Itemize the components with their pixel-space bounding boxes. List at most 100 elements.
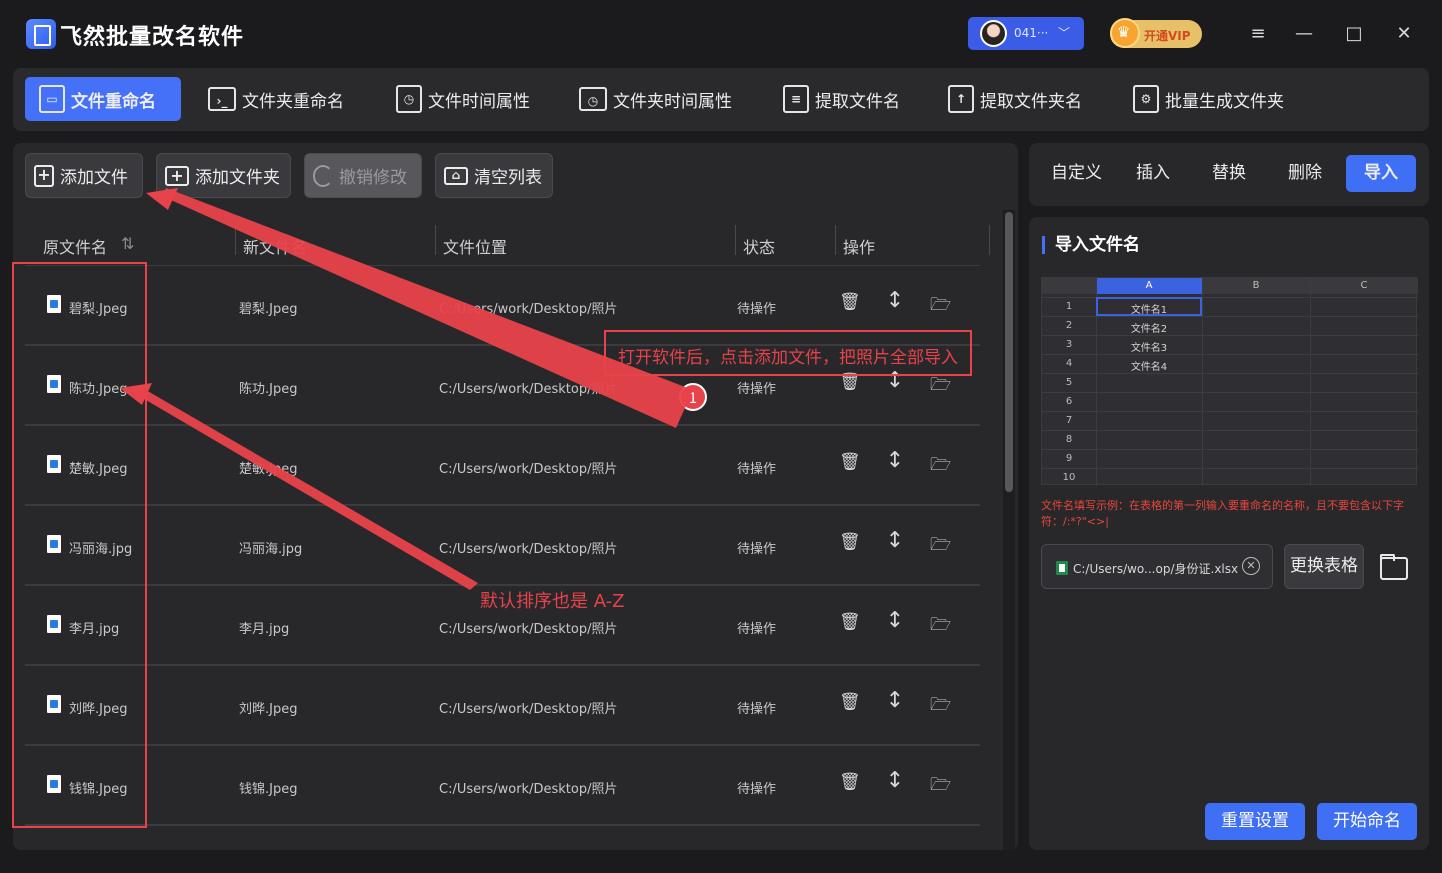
row-number: 10: [1062, 472, 1076, 483]
minimize-icon[interactable]: —: [1292, 22, 1316, 46]
maximize-icon[interactable]: □: [1342, 22, 1366, 46]
tab-batch-create-folder[interactable]: ⚙ 批量生成文件夹: [1133, 77, 1284, 121]
row-number: 8: [1065, 434, 1073, 445]
scrollbar-thumb[interactable]: [1005, 212, 1013, 492]
row-number: 5: [1065, 377, 1073, 388]
open-folder-icon[interactable]: 🗁: [930, 452, 951, 481]
delete-icon[interactable]: 🗑: [839, 612, 861, 632]
import-title: 导入文件名: [1042, 236, 1140, 254]
clear-icon[interactable]: ✕: [1242, 557, 1260, 575]
tab-label: 文件重命名: [71, 91, 156, 112]
open-folder-icon[interactable]: 🗁: [930, 372, 951, 401]
sheet-cell: 文件名2: [1130, 324, 1168, 335]
add-folder-button[interactable]: + 添加文件夹: [156, 153, 291, 198]
tab-extract-foldername[interactable]: ↑ 提取文件夹名: [948, 77, 1082, 121]
tab-replace[interactable]: 替换: [1212, 155, 1246, 192]
open-folder-icon[interactable]: 🗁: [930, 532, 951, 561]
move-icon[interactable]: ↕: [885, 688, 905, 713]
table-row[interactable]: 钱锦.Jpeg 钱锦.Jpeg C:/Users/work/Desktop/照片…: [25, 746, 980, 826]
start-rename-button[interactable]: 开始命名: [1317, 803, 1417, 840]
annotation-callout-box: 打开软件后，点击添加文件，把照片全部导入: [604, 330, 972, 376]
move-icon[interactable]: ↕: [885, 768, 905, 793]
add-folder-icon: +: [165, 165, 189, 186]
sheet-row: 5: [1042, 373, 1418, 392]
file-location: C:/Users/work/Desktop/照片: [439, 462, 618, 477]
move-icon[interactable]: ↕: [885, 288, 905, 313]
tab-custom[interactable]: 自定义: [1051, 155, 1102, 192]
user-account-button[interactable]: 041··· ﹀: [968, 17, 1084, 50]
button-label: 添加文件: [60, 168, 128, 188]
sheet-row: 7: [1042, 411, 1418, 430]
row-number: 4: [1065, 358, 1073, 369]
table-header: 原文件名 ⇅ 新文件名 文件位置 状态 操作: [13, 221, 993, 266]
tab-file-time[interactable]: ◷ 文件时间属性: [396, 77, 530, 121]
new-name: 陈功.Jpeg: [239, 382, 298, 397]
open-folder-icon[interactable]: 🗁: [930, 772, 951, 801]
delete-icon[interactable]: 🗑: [839, 532, 861, 552]
column-divider[interactable]: [435, 225, 436, 255]
reset-settings-button[interactable]: 重置设置: [1205, 803, 1305, 840]
table-row[interactable]: 刘晔.Jpeg 刘晔.Jpeg C:/Users/work/Desktop/照片…: [25, 666, 980, 746]
table-row[interactable]: 冯丽海.jpg 冯丽海.jpg C:/Users/work/Desktop/照片…: [25, 506, 980, 586]
col-location: 文件位置: [443, 238, 508, 257]
column-divider[interactable]: [235, 225, 236, 255]
delete-icon[interactable]: 🗑: [839, 692, 861, 712]
open-vip-button[interactable]: 开通VIP: [1110, 18, 1202, 48]
file-location: C:/Users/work/Desktop/照片: [439, 382, 618, 397]
column-divider[interactable]: [989, 225, 990, 255]
tab-insert[interactable]: 插入: [1136, 155, 1170, 192]
open-folder-icon[interactable]: 🗁: [930, 692, 951, 721]
row-number: 6: [1065, 396, 1073, 407]
undo-button[interactable]: 撤销修改: [304, 153, 422, 198]
file-clock-icon: ◷: [396, 85, 422, 113]
tab-label: 文件夹时间属性: [613, 91, 732, 112]
title-bar: 飞然批量改名软件 041··· ﹀ 开通VIP ≡ — □ ✕: [0, 0, 1442, 66]
sheet-row: 8: [1042, 430, 1418, 449]
close-icon[interactable]: ✕: [1392, 22, 1416, 46]
gear-file-icon: ⚙: [1133, 85, 1159, 113]
undo-icon: [313, 164, 333, 187]
annotation-sort-note: 默认排序也是 A-Z: [480, 591, 625, 612]
tab-label: 提取文件夹名: [980, 91, 1082, 112]
delete-icon[interactable]: 🗑: [839, 452, 861, 472]
new-name: 刘晔.Jpeg: [239, 702, 298, 717]
delete-icon[interactable]: 🗑: [839, 292, 861, 312]
move-icon[interactable]: ↕: [885, 448, 905, 473]
row-number: 2: [1065, 320, 1073, 331]
clear-list-button[interactable]: ⌂ 清空列表: [435, 153, 553, 198]
sheet-corner: [1042, 278, 1096, 294]
open-folder-icon[interactable]: 🗁: [930, 612, 951, 641]
add-file-button[interactable]: + 添加文件: [25, 153, 143, 198]
excel-file-path[interactable]: C:/Users/wo...op/身份证.xlsx ✕: [1041, 544, 1273, 589]
status-badge: 待操作: [737, 702, 777, 717]
change-table-button[interactable]: 更换表格: [1284, 544, 1364, 589]
new-name: 钱锦.Jpeg: [239, 782, 298, 797]
tab-extract-filename[interactable]: ≡ 提取文件名: [783, 77, 900, 121]
excel-icon: [1056, 561, 1068, 575]
tab-file-rename[interactable]: ▭ 文件重命名: [25, 77, 181, 121]
crown-icon: [1110, 18, 1140, 48]
annotation-callout-text: 打开软件后，点击添加文件，把照片全部导入: [618, 348, 958, 368]
folder-clock-icon: ◷: [579, 87, 607, 111]
column-divider[interactable]: [735, 225, 736, 255]
tab-folder-time[interactable]: ◷ 文件夹时间属性: [579, 77, 732, 121]
tab-label: 文件时间属性: [428, 91, 530, 112]
open-folder-icon[interactable]: 🗁: [930, 292, 951, 321]
row-number: 1: [1065, 301, 1073, 312]
sheet-row: 4 文件名4: [1042, 354, 1418, 373]
menu-icon[interactable]: ≡: [1246, 22, 1270, 46]
open-folder-icon[interactable]: [1378, 553, 1408, 580]
tab-import[interactable]: 导入: [1346, 155, 1416, 192]
status-badge: 待操作: [737, 622, 777, 637]
tab-label: 批量生成文件夹: [1165, 91, 1284, 112]
column-divider[interactable]: [835, 225, 836, 255]
move-icon[interactable]: ↕: [885, 608, 905, 633]
col-actions: 操作: [843, 238, 876, 257]
delete-icon[interactable]: 🗑: [839, 772, 861, 792]
tab-folder-rename[interactable]: ›_ 文件夹重命名: [208, 77, 344, 121]
move-icon[interactable]: ↕: [885, 528, 905, 553]
tab-delete[interactable]: 删除: [1288, 155, 1322, 192]
sheet-row: 9: [1042, 449, 1418, 468]
table-row[interactable]: 楚敏.Jpeg 楚敏.Jpeg C:/Users/work/Desktop/照片…: [25, 426, 980, 506]
sort-icon[interactable]: ⇅: [121, 234, 134, 253]
